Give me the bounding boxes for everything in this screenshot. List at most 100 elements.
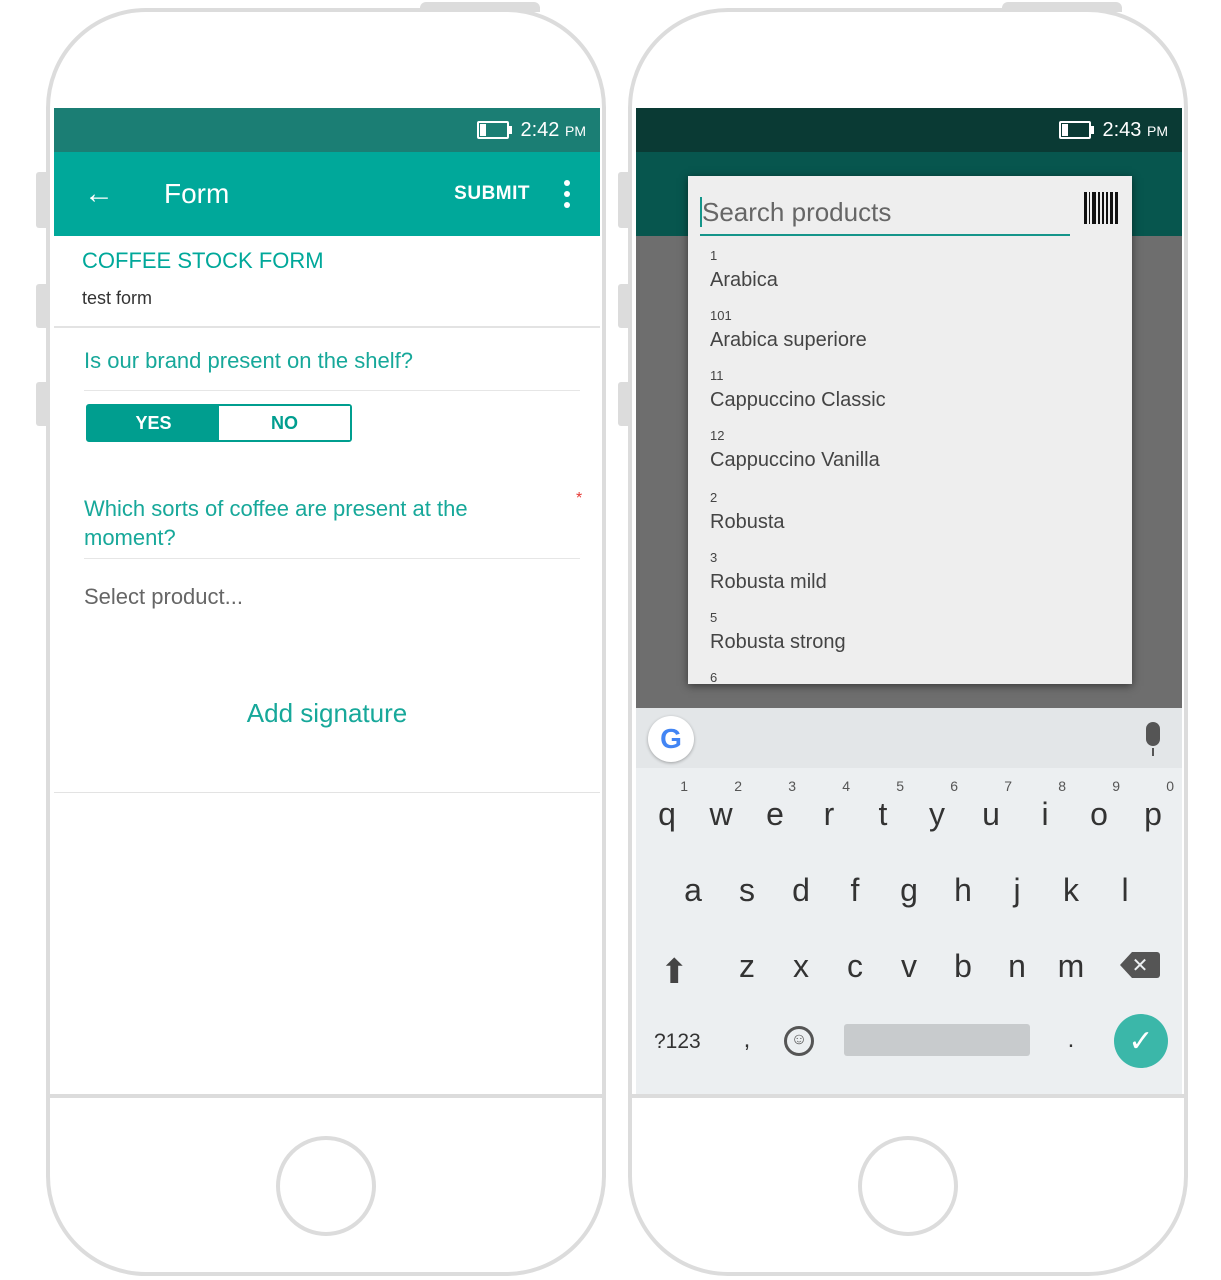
key-digit-hint: 6: [950, 778, 958, 794]
key-y[interactable]: y6: [910, 778, 964, 833]
status-bar: 2:42 PM: [54, 108, 600, 152]
key-h[interactable]: h: [936, 872, 990, 909]
volume-button: [36, 172, 46, 228]
required-marker: *: [576, 490, 583, 507]
overflow-menu-icon[interactable]: [564, 180, 570, 208]
key-j[interactable]: j: [990, 872, 1044, 909]
power-button: [618, 382, 628, 426]
key-e[interactable]: e3: [748, 778, 802, 833]
key-o[interactable]: o9: [1072, 778, 1126, 833]
select-product-field[interactable]: Select product...: [84, 584, 243, 610]
battery-icon: [1058, 121, 1094, 139]
submit-button[interactable]: SUBMIT: [454, 183, 530, 205]
product-item[interactable]: 3 Robusta mild: [710, 550, 827, 594]
key-s[interactable]: s: [720, 872, 774, 909]
back-arrow-icon[interactable]: ←: [84, 177, 124, 211]
phone-chin-line: [632, 1094, 1184, 1098]
key-digit-hint: 5: [896, 778, 904, 794]
key-digit-hint: 9: [1112, 778, 1120, 794]
home-button[interactable]: [858, 1136, 958, 1236]
volume-button: [618, 284, 628, 328]
question-brand-present: Is our brand present on the shelf?: [84, 348, 413, 373]
key-digit-hint: 0: [1166, 778, 1174, 794]
key-m[interactable]: m: [1044, 948, 1098, 985]
app-bar: ← Form SUBMIT: [54, 152, 600, 236]
barcode-scan-icon[interactable]: [1084, 192, 1118, 224]
product-item[interactable]: 5 Robusta strong: [710, 610, 846, 654]
enter-key-icon[interactable]: ✓: [1114, 1014, 1168, 1068]
phone-speaker-bar: [420, 2, 540, 12]
key-c[interactable]: c: [828, 948, 882, 985]
key-digit-hint: 3: [788, 778, 796, 794]
key-i[interactable]: i8: [1018, 778, 1072, 833]
product-item[interactable]: 11 Cappuccino Classic: [710, 368, 886, 412]
key-k[interactable]: k: [1044, 872, 1098, 909]
key-digit-hint: 8: [1058, 778, 1066, 794]
question-underline: [84, 390, 580, 391]
key-d[interactable]: d: [774, 872, 828, 909]
add-signature-button[interactable]: Add signature: [54, 698, 600, 729]
key-u[interactable]: u7: [964, 778, 1018, 833]
product-item[interactable]: 2 Robusta: [710, 490, 785, 534]
key-r[interactable]: r4: [802, 778, 856, 833]
phone-left: 2:42 PM ← Form SUBMIT COFFEE STOCK FORM …: [36, 2, 606, 1276]
product-item[interactable]: 6: [710, 670, 717, 684]
key-v[interactable]: v: [882, 948, 936, 985]
key-q[interactable]: q1: [640, 778, 694, 833]
volume-button: [618, 172, 628, 228]
keyboard-suggestion-bar: G: [636, 708, 1182, 768]
key-t[interactable]: t5: [856, 778, 910, 833]
search-products-input[interactable]: Search products: [700, 190, 1070, 236]
status-time: 2:43 PM: [1102, 118, 1169, 141]
key-digit-hint: 7: [1004, 778, 1012, 794]
shift-key-icon[interactable]: ⬆: [660, 952, 689, 992]
key-digit-hint: 2: [734, 778, 742, 794]
phone-speaker-bar: [1002, 2, 1122, 12]
space-key[interactable]: [844, 1024, 1030, 1056]
power-button: [36, 382, 46, 426]
key-g[interactable]: g: [882, 872, 936, 909]
form-subtitle: test form: [82, 288, 153, 308]
status-bar: 2:43 PM: [636, 108, 1182, 152]
question-coffee-sorts: Which sorts of coffee are present at the…: [84, 496, 468, 550]
key-b[interactable]: b: [936, 948, 990, 985]
battery-icon: [476, 121, 512, 139]
product-item[interactable]: 101 Arabica superiore: [710, 308, 867, 352]
screen-form: 2:42 PM ← Form SUBMIT COFFEE STOCK FORM …: [54, 108, 600, 1094]
key-f[interactable]: f: [828, 872, 882, 909]
divider: [54, 326, 600, 328]
product-item[interactable]: 12 Cappuccino Vanilla: [710, 428, 880, 472]
key-digit-hint: 1: [680, 778, 688, 794]
period-key[interactable]: .: [1044, 1026, 1098, 1054]
key-w[interactable]: w2: [694, 778, 748, 833]
soft-keyboard: G q1w2e3r4t5y6u7i8o9p0 asdfghjkl zxcvbnm…: [636, 708, 1182, 1094]
key-p[interactable]: p0: [1126, 778, 1180, 833]
product-item[interactable]: 1 Arabica: [710, 248, 778, 292]
phone-chin-line: [50, 1094, 602, 1098]
question-underline: [84, 558, 580, 559]
divider: [54, 792, 600, 793]
microphone-icon[interactable]: [1146, 722, 1160, 756]
volume-button: [36, 284, 46, 328]
key-digit-hint: 4: [842, 778, 850, 794]
status-time: 2:42 PM: [520, 118, 587, 141]
key-n[interactable]: n: [990, 948, 1044, 985]
phone-right: 2:43 PM Search products 1 Arabica 101 Arab…: [618, 2, 1188, 1276]
key-z[interactable]: z: [720, 948, 774, 985]
yes-button[interactable]: YES: [88, 406, 219, 440]
key-l[interactable]: l: [1098, 872, 1152, 909]
home-button[interactable]: [276, 1136, 376, 1236]
product-search-dialog: Search products 1 Arabica 101 Arabica supe…: [688, 176, 1132, 684]
no-button[interactable]: NO: [219, 406, 350, 440]
backspace-key-icon[interactable]: ✕: [1120, 952, 1160, 978]
comma-key[interactable]: ,: [720, 1026, 774, 1054]
page-title: Form: [164, 178, 230, 209]
google-icon[interactable]: G: [648, 716, 694, 762]
symbols-key[interactable]: ?123: [654, 1030, 701, 1054]
form-title: COFFEE STOCK FORM: [82, 248, 324, 273]
key-x[interactable]: x: [774, 948, 828, 985]
emoji-key-icon[interactable]: ☺: [784, 1026, 814, 1056]
screen-product-search: 2:43 PM Search products 1 Arabica 101 Arab…: [636, 108, 1182, 1094]
key-a[interactable]: a: [666, 872, 720, 909]
yes-no-toggle: YES NO: [86, 404, 352, 442]
